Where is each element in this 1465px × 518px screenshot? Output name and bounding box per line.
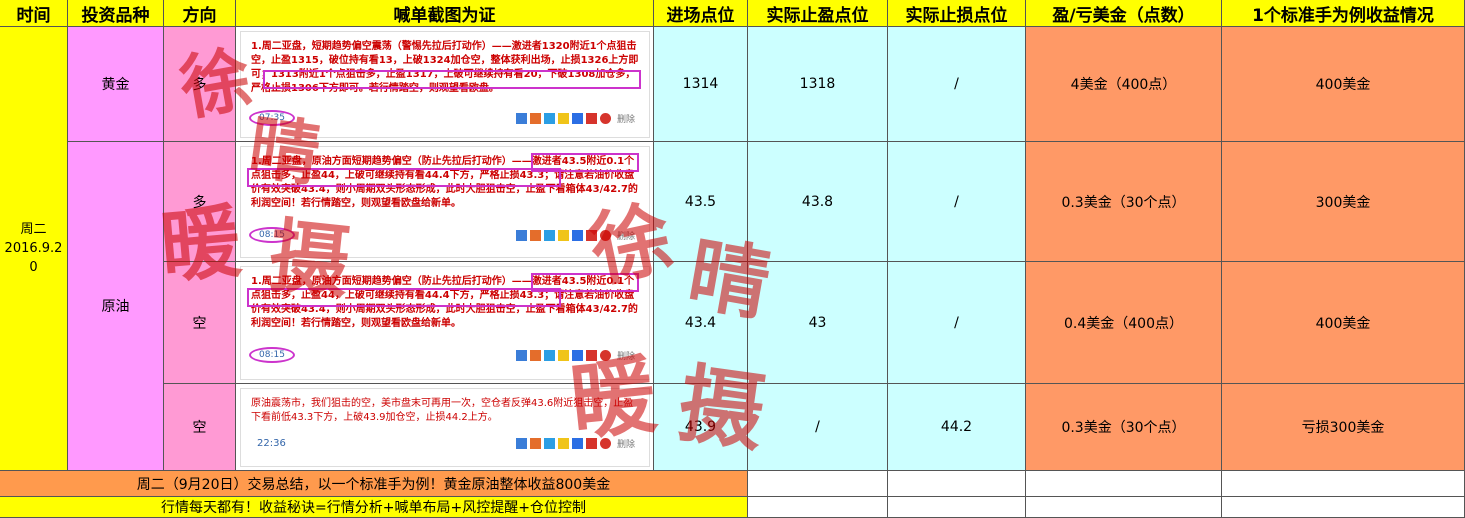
share-icon[interactable] [543,113,555,124]
delete-link[interactable]: 删除 [617,229,635,242]
share-icon[interactable] [571,230,583,241]
share-icon[interactable] [585,113,597,124]
take-profit-cell: 43.8 [748,142,888,262]
entry-cell: 43.5 [654,142,748,262]
result-cell: 400美金 [1222,27,1465,142]
call-time: 08:15 [249,347,295,363]
header-product: 投资品种 [68,0,164,27]
delete-link[interactable]: 删除 [617,112,635,125]
star-icon[interactable] [557,350,569,361]
share-icon[interactable] [543,438,555,449]
product-gold: 黄金 [68,27,164,142]
direction-cell: 空 [164,262,236,384]
take-profit-cell: 1318 [748,27,888,142]
share-icons: 删除 [515,437,635,450]
header-time: 时间 [0,0,68,27]
header-result: 1个标准手为例收益情况 [1222,0,1465,27]
slogan-blank [1222,497,1465,518]
result-cell: 300美金 [1222,142,1465,262]
slogan-blank [748,497,888,518]
share-icon[interactable] [515,350,527,361]
star-icon[interactable] [557,438,569,449]
share-icon[interactable] [599,438,611,449]
share-icon[interactable] [585,350,597,361]
call-screenshot: 1.周二亚盘，原油方面短期趋势偏空（防止先拉后打动作）——激进者43.5附近0.… [240,146,650,258]
share-icon[interactable] [543,230,555,241]
entry-cell: 43.9 [654,384,748,471]
summary-blank [748,471,888,497]
slogan-row: 行情每天都有！收益秘诀=行情分析+喊单布局+风控提醒+仓位控制 [0,497,748,518]
call-screenshot: 1.周二亚盘，原油方面短期趋势偏空（防止先拉后打动作）——激进者43.5附近0.… [240,266,650,380]
share-icon[interactable] [529,113,541,124]
share-icon[interactable] [599,113,611,124]
share-icon[interactable] [585,438,597,449]
share-icon[interactable] [529,230,541,241]
date-cell: 周二 2016.9.20 [0,27,68,471]
share-icon[interactable] [515,113,527,124]
product-oil: 原油 [68,142,164,471]
slogan-blank [888,497,1026,518]
summary-row: 周二（9月20日）交易总结，以一个标准手为例！黄金原油整体收益800美金 [0,471,748,497]
header-direction: 方向 [164,0,236,27]
direction-cell: 多 [164,27,236,142]
slogan-blank [1026,497,1222,518]
take-profit-cell: / [748,384,888,471]
delete-link[interactable]: 删除 [617,437,635,450]
stop-loss-cell: / [888,262,1026,384]
highlight-box [263,70,641,89]
share-icons: 删除 [515,349,635,362]
share-icon[interactable] [515,230,527,241]
header-pnl: 盈/亏美金（点数） [1026,0,1222,27]
result-cell: 亏损300美金 [1222,384,1465,471]
star-icon[interactable] [557,230,569,241]
pnl-cell: 0.3美金（30个点） [1026,384,1222,471]
entry-cell: 43.4 [654,262,748,384]
delete-link[interactable]: 删除 [617,349,635,362]
pnl-cell: 0.4美金（400点） [1026,262,1222,384]
direction-cell: 空 [164,384,236,471]
share-icon[interactable] [571,113,583,124]
share-icons: 删除 [515,112,635,125]
stop-loss-cell: 44.2 [888,384,1026,471]
direction-cell: 多 [164,142,236,262]
share-icon[interactable] [599,230,611,241]
share-icon[interactable] [599,350,611,361]
share-icon[interactable] [515,438,527,449]
header-screenshot: 喊单截图为证 [236,0,654,27]
summary-blank [1026,471,1222,497]
highlight-box [247,288,561,307]
entry-cell: 1314 [654,27,748,142]
header-entry: 进场点位 [654,0,748,27]
call-text: 原油震荡市，我们狙击的空，美市盘末可再用一次，空仓者反弹43.6附近狙击空，止盈… [251,398,634,423]
call-time: 08:15 [249,227,295,243]
call-screenshot: 原油震荡市，我们狙击的空，美市盘末可再用一次，空仓者反弹43.6附近狙击空，止盈… [240,388,650,467]
stop-loss-cell: / [888,27,1026,142]
pnl-cell: 4美金（400点） [1026,27,1222,142]
star-icon[interactable] [557,113,569,124]
share-icon[interactable] [529,350,541,361]
header-take-profit: 实际止盈点位 [748,0,888,27]
summary-blank [1222,471,1465,497]
header-stop-loss: 实际止损点位 [888,0,1026,27]
share-icon[interactable] [571,438,583,449]
stop-loss-cell: / [888,142,1026,262]
highlight-box [247,168,561,187]
share-icons: 删除 [515,229,635,242]
take-profit-cell: 43 [748,262,888,384]
call-time: 22:36 [257,438,286,449]
share-icon[interactable] [529,438,541,449]
call-screenshot: 1.周二亚盘，短期趋势偏空震荡（警惕先拉后打动作）——激进者1320附近1个点狙… [240,31,650,138]
result-cell: 400美金 [1222,262,1465,384]
call-time: 07:35 [249,110,295,126]
share-icon[interactable] [571,350,583,361]
pnl-cell: 0.3美金（30个点） [1026,142,1222,262]
summary-blank [888,471,1026,497]
share-icon[interactable] [585,230,597,241]
share-icon[interactable] [543,350,555,361]
